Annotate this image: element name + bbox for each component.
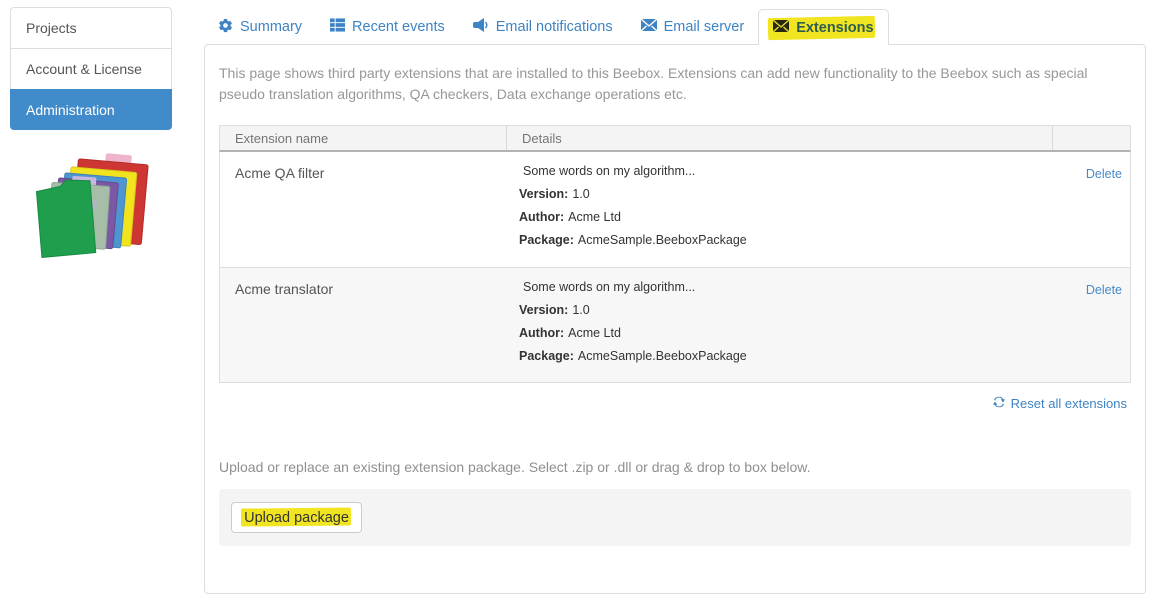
detail-value: Acme Ltd xyxy=(568,326,621,340)
detail-label: Version: xyxy=(519,187,568,201)
table-header-row: Extension name Details xyxy=(219,125,1131,152)
tab-label: Extensions xyxy=(796,20,873,36)
sidebar-item-account-license[interactable]: Account & License xyxy=(10,48,172,89)
details-summary: Some words on my algorithm... xyxy=(519,164,1041,178)
detail-label: Version: xyxy=(519,303,568,317)
extension-details: Some words on my algorithm... Version: 1.… xyxy=(507,152,1053,267)
column-header-details: Details xyxy=(507,126,1053,150)
details-author: Author: Acme Ltd xyxy=(519,326,1041,340)
reset-link-label: Reset all extensions xyxy=(1011,396,1127,411)
table-body: Acme QA filter Some words on my algorith… xyxy=(219,152,1131,383)
detail-label: Package: xyxy=(519,349,574,363)
sidebar-item-administration[interactable]: Administration xyxy=(10,89,172,130)
refresh-icon xyxy=(992,395,1006,412)
gear-icon xyxy=(218,18,233,37)
extension-name: Acme translator xyxy=(220,268,507,382)
details-version: Version: 1.0 xyxy=(519,187,1041,201)
details-summary: Some words on my algorithm... xyxy=(519,280,1041,294)
upload-package-button[interactable]: Upload package xyxy=(231,502,362,533)
extension-details: Some words on my algorithm... Version: 1.… xyxy=(507,268,1053,382)
tab-label: Email server xyxy=(664,19,745,35)
details-package: Package: AcmeSample.BeeboxPackage xyxy=(519,233,1041,247)
details-package: Package: AcmeSample.BeeboxPackage xyxy=(519,349,1041,363)
column-header-extension-name: Extension name xyxy=(220,126,507,150)
detail-value: 1.0 xyxy=(572,303,589,317)
upload-dropzone[interactable]: Upload package xyxy=(219,489,1131,546)
detail-value: AcmeSample.BeeboxPackage xyxy=(578,233,747,247)
row-actions: Delete xyxy=(1053,268,1130,382)
detail-value: AcmeSample.BeeboxPackage xyxy=(578,349,747,363)
tab-recent-events[interactable]: Recent events xyxy=(316,9,459,45)
beebox-admin-page: Projects Account & License Administratio… xyxy=(0,0,1155,606)
detail-value: Some words on my algorithm... xyxy=(523,164,695,178)
tab-label: Recent events xyxy=(352,19,445,35)
reset-all-extensions-link[interactable]: Reset all extensions xyxy=(992,395,1127,412)
detail-value: Some words on my algorithm... xyxy=(523,280,695,294)
megaphone-icon xyxy=(473,18,489,36)
details-version: Version: 1.0 xyxy=(519,303,1041,317)
envelope-icon xyxy=(773,20,789,36)
tab-email-server[interactable]: Email server xyxy=(627,9,759,45)
sidebar: Projects Account & License Administratio… xyxy=(10,7,172,130)
row-actions: Delete xyxy=(1053,152,1130,267)
table-row: Acme QA filter Some words on my algorith… xyxy=(220,152,1130,267)
folders-illustration xyxy=(28,150,158,262)
page-description: This page shows third party extensions t… xyxy=(219,63,1124,105)
sidebar-item-projects[interactable]: Projects xyxy=(10,7,172,48)
detail-label: Author: xyxy=(519,326,564,340)
column-header-actions xyxy=(1053,126,1130,150)
upload-instructions: Upload or replace an existing extension … xyxy=(219,459,810,475)
tab-extensions[interactable]: Extensions xyxy=(758,9,888,45)
detail-value: 1.0 xyxy=(572,187,589,201)
envelope-icon xyxy=(641,19,657,35)
extensions-panel: This page shows third party extensions t… xyxy=(204,44,1146,594)
delete-link[interactable]: Delete xyxy=(1086,167,1122,181)
table-row: Acme translator Some words on my algorit… xyxy=(220,267,1130,382)
list-icon xyxy=(330,18,345,36)
detail-label: Author: xyxy=(519,210,564,224)
extension-name: Acme QA filter xyxy=(220,152,507,267)
tab-label: Summary xyxy=(240,19,302,35)
extensions-table: Extension name Details Acme QA filter So… xyxy=(219,125,1131,383)
upload-button-label: Upload package xyxy=(244,510,349,526)
details-author: Author: Acme Ltd xyxy=(519,210,1041,224)
delete-link[interactable]: Delete xyxy=(1086,283,1122,297)
tab-email-notifications[interactable]: Email notifications xyxy=(459,9,627,45)
tab-bar: Summary Recent events Email notification… xyxy=(204,9,889,45)
tab-label: Email notifications xyxy=(496,19,613,35)
detail-value: Acme Ltd xyxy=(568,210,621,224)
folders-icon xyxy=(28,150,158,262)
tab-summary[interactable]: Summary xyxy=(204,9,316,45)
detail-label: Package: xyxy=(519,233,574,247)
